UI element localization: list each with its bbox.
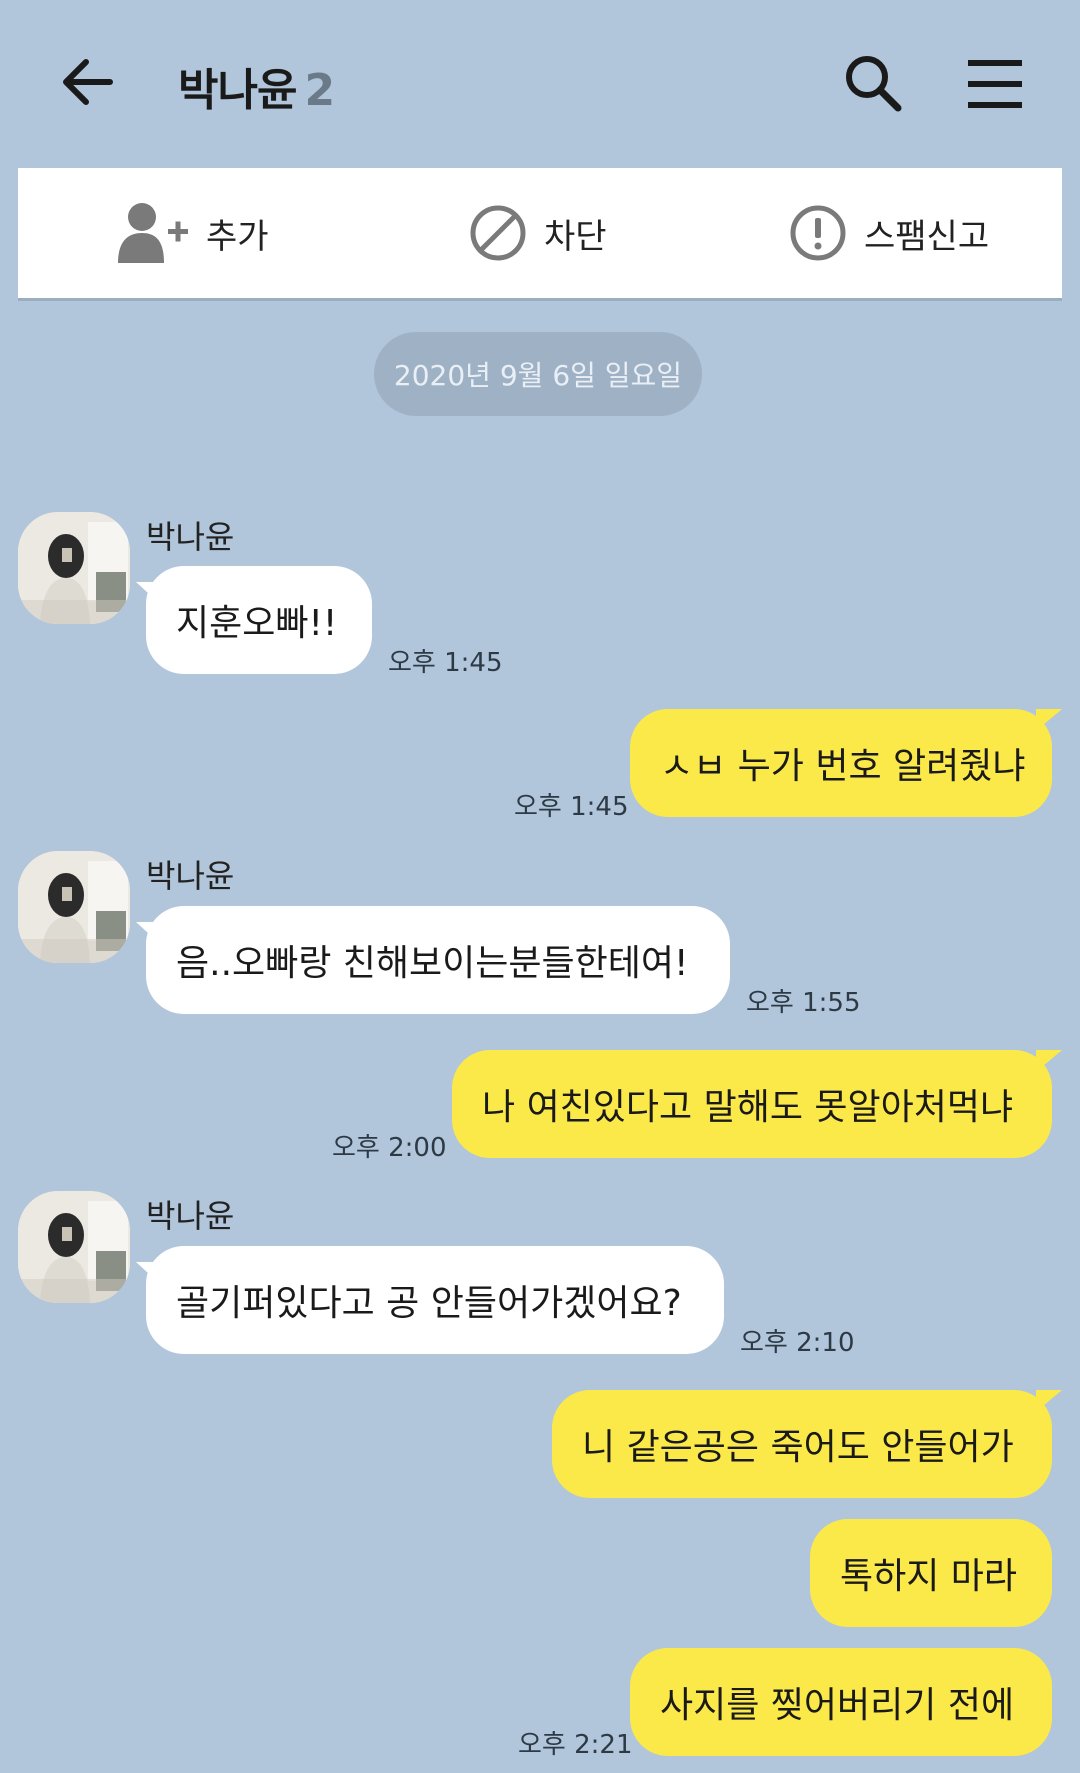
sender-name: 박나윤 (146, 518, 235, 556)
search-button[interactable] (842, 52, 904, 114)
profile-photo-icon (18, 851, 130, 963)
avatar[interactable] (18, 512, 130, 624)
block-label: 차단 (544, 216, 607, 257)
friend-action-bar: 추가 차단 스팸신고 (18, 168, 1062, 298)
chat-title: 박나윤 2 (178, 54, 335, 118)
menu-button[interactable] (966, 58, 1024, 110)
message-bubble-outgoing[interactable]: 니 같은공은 죽어도 안들어가 (552, 1390, 1052, 1498)
add-friend-button[interactable]: 추가 (118, 168, 269, 298)
message-text: 니 같은공은 죽어도 안들어가 (582, 1427, 1014, 1468)
search-icon (846, 56, 902, 112)
message-bubble-outgoing[interactable]: 톡하지 마라 (810, 1519, 1052, 1627)
date-divider: 2020년 9월 6일 일요일 (374, 332, 702, 416)
message-time: 오후 2:21 (518, 1730, 633, 1760)
message-text: ㅅㅂ 누가 번호 알려줬냐 (660, 746, 1026, 787)
message-text: 골기퍼있다고 공 안들어가겠어요? (176, 1283, 682, 1324)
message-bubble-outgoing[interactable]: 사지를 찢어버리기 전에 (630, 1648, 1052, 1756)
chat-header: 박나윤 2 (0, 0, 1080, 160)
profile-photo-icon (18, 512, 130, 624)
message-time: 오후 2:00 (332, 1133, 447, 1163)
message-bubble-outgoing[interactable]: 나 여친있다고 말해도 못알아처먹냐 (452, 1050, 1052, 1158)
block-icon (470, 205, 526, 261)
sender-name: 박나윤 (146, 857, 235, 895)
message-text: 음..오빠랑 친해보이는분들한테여! (176, 943, 689, 984)
message-time: 오후 1:45 (514, 792, 629, 822)
chat-title-name: 박나윤 (178, 65, 297, 116)
message-bubble-incoming[interactable]: 음..오빠랑 친해보이는분들한테여! (146, 906, 730, 1014)
sender-name: 박나윤 (146, 1197, 235, 1235)
message-text: 톡하지 마라 (840, 1556, 1018, 1597)
message-bubble-outgoing[interactable]: ㅅㅂ 누가 번호 알려줬냐 (630, 709, 1052, 817)
message-time: 오후 1:45 (388, 648, 503, 678)
message-text: 사지를 찢어버리기 전에 (660, 1685, 1015, 1726)
add-friend-label: 추가 (206, 216, 269, 257)
message-bubble-incoming[interactable]: 지훈오빠!! (146, 566, 372, 674)
message-text: 나 여친있다고 말해도 못알아처먹냐 (482, 1087, 1014, 1128)
message-time: 오후 1:55 (746, 988, 861, 1018)
message-bubble-incoming[interactable]: 골기퍼있다고 공 안들어가겠어요? (146, 1246, 724, 1354)
report-spam-button[interactable]: 스팸신고 (788, 168, 989, 298)
hamburger-menu-icon (968, 60, 1022, 108)
message-time: 오후 2:10 (740, 1328, 855, 1358)
message-text: 지훈오빠!! (176, 603, 338, 644)
add-user-icon (118, 203, 188, 263)
member-count: 2 (304, 65, 335, 116)
report-spam-label: 스팸신고 (864, 216, 990, 257)
profile-photo-icon (18, 1191, 130, 1303)
back-button[interactable] (58, 52, 118, 112)
block-button[interactable]: 차단 (468, 168, 607, 298)
avatar[interactable] (18, 851, 130, 963)
arrow-left-icon (63, 59, 113, 105)
warning-icon (790, 205, 846, 261)
avatar[interactable] (18, 1191, 130, 1303)
